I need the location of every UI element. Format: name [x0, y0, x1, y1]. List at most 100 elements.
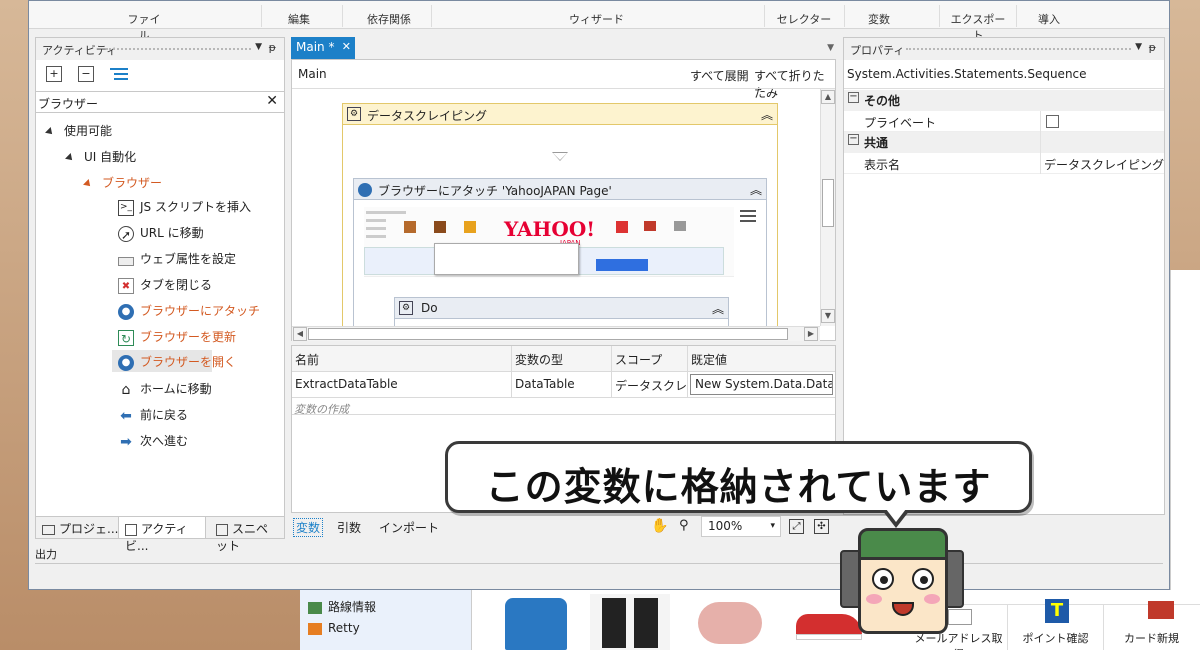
pan-hand-icon[interactable]: ✋ [651, 518, 668, 534]
tab-snippets[interactable]: スニペット [210, 517, 284, 553]
collapse-chevron-icon[interactable]: ︽ [750, 181, 762, 198]
collapse-chevron-icon[interactable]: ︽ [761, 106, 773, 123]
tree-node-ui-automation[interactable]: UI 自動化 [65, 148, 136, 165]
sequence-title: データスクレイピング [367, 109, 488, 123]
panel-dropdown-icon[interactable]: ▼ [255, 42, 262, 52]
activity-close-tab[interactable]: ✖ タブを閉じる [118, 276, 212, 294]
expand-triangle-icon[interactable] [45, 126, 55, 137]
ribbon-tab-selectors[interactable]: セレクター [774, 11, 834, 27]
variable-name-cell[interactable]: ExtractDataTable [292, 372, 512, 398]
activities-search-box[interactable]: ブラウザー ✕ [36, 91, 284, 113]
expand-triangle-icon[interactable] [83, 178, 93, 189]
property-row-private[interactable]: プライベート [844, 111, 1164, 132]
ribbon-tab-edit[interactable]: 編集 [284, 11, 314, 27]
column-header-default[interactable]: 既定値 [688, 346, 835, 372]
designer-vertical-scrollbar[interactable]: ▲ ▼ [820, 89, 835, 326]
zoom-select[interactable]: 100% ▾ [701, 516, 781, 537]
column-header-scope[interactable]: スコープ [612, 346, 688, 372]
variable-scope-cell[interactable]: データスクレイピ [612, 372, 688, 398]
expand-all-icon[interactable]: + [46, 66, 62, 82]
ribbon-tabs: ファイル 編集 依存関係 ウィザード セレクター 変数 エクスポート 導入 [29, 1, 1169, 42]
horizontal-scroll-thumb[interactable] [308, 328, 788, 340]
designer-horizontal-scrollbar[interactable]: ◀ ▶ [292, 326, 820, 341]
collapse-group-icon[interactable]: − [848, 92, 859, 103]
property-group-common[interactable]: − 共通 [844, 132, 1164, 153]
breadcrumb[interactable]: Main [298, 67, 327, 81]
fit-to-screen-icon[interactable]: ⤢ [789, 519, 804, 534]
overview-icon[interactable]: ✣ [814, 519, 829, 534]
hamburger-menu-icon[interactable] [740, 209, 758, 223]
point-check-button[interactable]: T ポイント確認 [1008, 599, 1104, 650]
vertical-scroll-thumb[interactable] [822, 179, 834, 227]
collapse-chevron-icon[interactable]: ︽ [712, 300, 724, 317]
sequence-header[interactable]: ⚙ データスクレイピング ︽ [342, 103, 778, 125]
mascot-hair [858, 528, 948, 560]
do-sequence[interactable]: ⚙ Do ︽ [394, 297, 729, 326]
expand-all-link[interactable]: すべて展開 [690, 67, 749, 84]
product-image-heater[interactable] [690, 594, 775, 650]
tab-main[interactable]: Main * ✕ [291, 37, 355, 59]
display-name-value[interactable]: データスクレイピング [1044, 156, 1164, 173]
arguments-tab[interactable]: 引数 [337, 519, 361, 536]
activity-go-home[interactable]: ⌂ ホームに移動 [118, 380, 212, 398]
activity-inject-js[interactable]: >_ JS スクリプトを挿入 [118, 198, 251, 216]
column-header-name[interactable]: 名前 [292, 346, 512, 372]
product-image-jacket[interactable] [495, 596, 577, 650]
expand-triangle-icon[interactable] [65, 152, 75, 163]
properties-panel-header: プロパティ ▼ ᵽ [844, 38, 1164, 60]
clear-search-icon[interactable]: ✕ [266, 93, 278, 109]
private-checkbox[interactable] [1046, 115, 1059, 128]
imports-tab[interactable]: インポート [379, 519, 439, 536]
ribbon-tab-deploy[interactable]: 導入 [1034, 11, 1064, 27]
activities-search-input[interactable]: ブラウザー [38, 95, 98, 112]
workflow-designer: Main すべて展開 すべて折りたたみ ⚙ データスクレイピング ︽ ブラウザー… [291, 59, 836, 341]
column-header-type[interactable]: 変数の型 [512, 346, 612, 372]
ribbon-tab-wizards[interactable]: ウィザード [564, 11, 629, 27]
attach-browser-header[interactable]: ブラウザーにアタッチ 'YahooJAPAN Page' ︽ [353, 178, 767, 200]
activity-set-web-attribute[interactable]: ウェブ属性を設定 [118, 250, 236, 267]
panel-dropdown-icon[interactable]: ▼ [1135, 42, 1142, 52]
output-panel-label[interactable]: 出力 [35, 546, 57, 562]
activity-navigate-to[interactable]: ➚ URL に移動 [118, 224, 204, 242]
variable-type-cell[interactable]: DataTable [512, 372, 612, 398]
variable-default-input[interactable]: New System.Data.DataTa [690, 374, 833, 395]
variable-row[interactable]: ExtractDataTable DataTable データスクレイピ New … [292, 372, 835, 398]
activity-go-back[interactable]: ⬅ 前に戻る [118, 406, 188, 424]
ribbon-tab-dependencies[interactable]: 依存関係 [359, 11, 419, 27]
pin-icon[interactable]: ᵽ [1149, 41, 1156, 54]
variables-tab[interactable]: 変数 [293, 518, 324, 537]
ribbon-tab-variables[interactable]: 変数 [864, 11, 894, 27]
collapse-all-icon[interactable]: − [78, 66, 94, 82]
card-new-button[interactable]: カード新規 [1104, 601, 1200, 650]
tab-project[interactable]: プロジェ... [36, 517, 124, 539]
collapse-group-icon[interactable]: − [848, 134, 859, 145]
zoom-value: 100% [708, 519, 743, 533]
background-link-train[interactable]: 路線情報 [308, 598, 376, 615]
left-panel-tabs: プロジェ... アクティビ... スニペット [36, 516, 284, 553]
zoom-magnifier-icon[interactable]: ⚲ [679, 518, 689, 533]
background-link-retty[interactable]: Retty [308, 621, 360, 635]
activity-go-forward[interactable]: ➡ 次へ進む [118, 432, 188, 450]
activity-open-browser[interactable]: ● ブラウザーを開く [112, 350, 236, 372]
tree-node-browser[interactable]: ブラウザー [83, 174, 162, 191]
do-header[interactable]: ⚙ Do ︽ [394, 297, 729, 319]
attach-browser-activity[interactable]: ブラウザーにアタッチ 'YahooJAPAN Page' ︽ YAHOO! JA [353, 178, 767, 326]
property-label: 表示名 [864, 158, 901, 172]
designer-canvas[interactable]: ⚙ データスクレイピング ︽ ブラウザーにアタッチ 'YahooJAPAN Pa… [292, 89, 820, 326]
property-row-display-name[interactable]: 表示名 データスクレイピング [844, 153, 1164, 174]
close-tab-icon: ✖ [118, 277, 134, 294]
product-image-sake[interactable] [590, 594, 670, 650]
tab-activities[interactable]: アクティビ... [118, 517, 206, 553]
property-group-misc[interactable]: − その他 [844, 90, 1164, 111]
close-tab-icon[interactable]: ✕ [342, 40, 351, 53]
tab-dropdown-icon[interactable]: ▼ [827, 43, 834, 53]
sequence-container[interactable]: ⚙ データスクレイピング ︽ ブラウザーにアタッチ 'YahooJAPAN Pa… [342, 103, 778, 326]
list-view-icon[interactable] [110, 66, 128, 82]
activity-attach-browser[interactable]: ● ブラウザーにアタッチ [118, 302, 260, 320]
mascot-cheek-right [924, 594, 940, 604]
tree-node-available[interactable]: 使用可能 [45, 122, 112, 139]
pin-icon[interactable]: ᵽ [269, 41, 276, 54]
activity-refresh-browser[interactable]: ↻ ブラウザーを更新 [118, 328, 236, 346]
variable-default-cell[interactable]: New System.Data.DataTa [688, 372, 835, 398]
activities-tab-icon [125, 523, 137, 536]
